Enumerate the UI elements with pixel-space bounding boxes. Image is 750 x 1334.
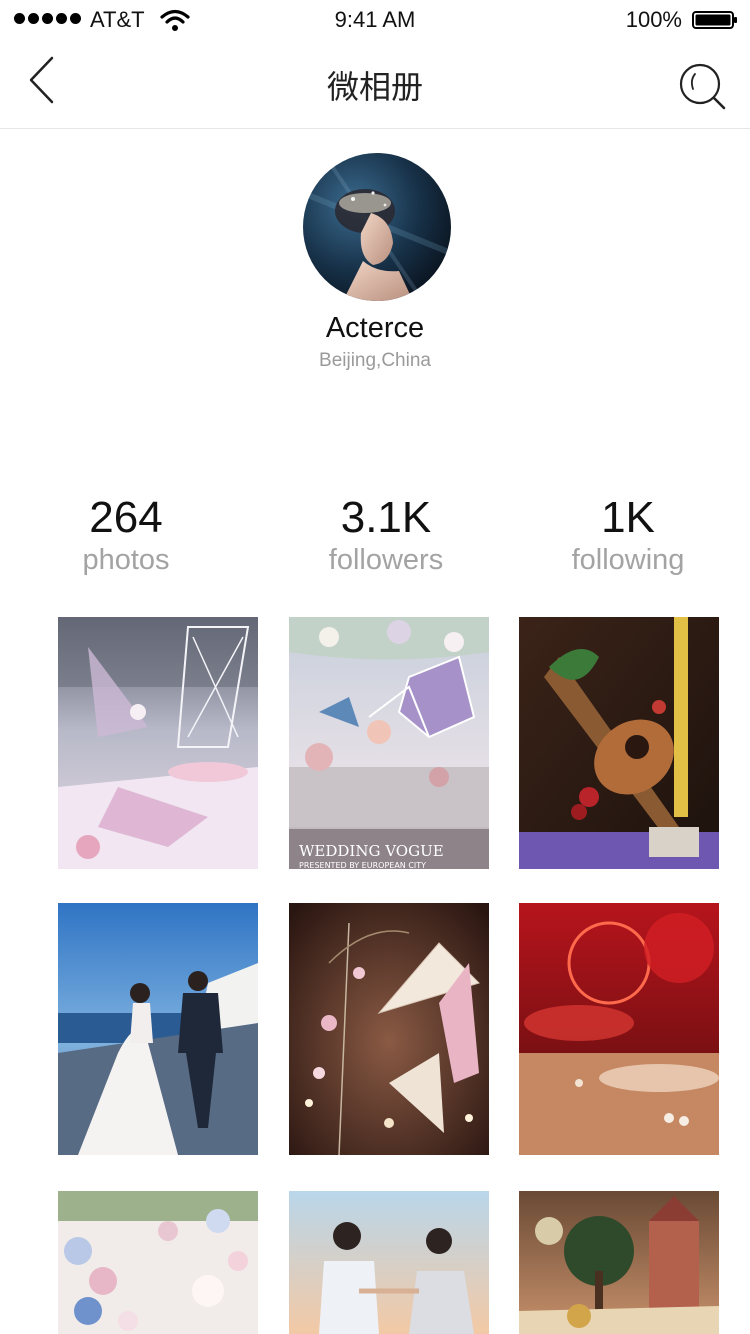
stat-value: 1K (601, 493, 655, 542)
photo-thumbnail[interactable] (289, 903, 489, 1155)
avatar[interactable] (303, 153, 451, 301)
page-title: 微相册 (326, 68, 423, 106)
stat-followers[interactable]: 3.1K followers (276, 494, 496, 578)
profile-location: Beijing,China (319, 350, 431, 371)
photo-thumbnail[interactable] (58, 617, 258, 869)
navigation-bar: 微相册 (0, 40, 750, 129)
stat-label: photos (82, 544, 170, 576)
battery-icon (692, 11, 737, 29)
battery-percentage: 100% (625, 7, 682, 32)
photo-caption: WEDDING VOGUE (299, 842, 444, 860)
photo-thumbnail[interactable] (519, 617, 719, 869)
status-bar: AT&T 9:41 AM 100% (0, 0, 750, 40)
photo-thumbnail[interactable]: WEDDING VOGUE PRESENTED BY EUROPEAN CITY (289, 617, 489, 869)
stat-label: following (571, 544, 685, 576)
stat-value: 264 (89, 493, 163, 542)
stat-following[interactable]: 1K following (518, 494, 738, 578)
stat-photos[interactable]: 264 photos (16, 494, 236, 578)
stat-value: 3.1K (340, 493, 432, 542)
photo-thumbnail[interactable] (519, 1191, 719, 1334)
photo-thumbnail[interactable] (58, 1191, 258, 1334)
search-icon[interactable] (678, 62, 728, 112)
stat-label: followers (328, 544, 444, 576)
photo-subcaption: PRESENTED BY EUROPEAN CITY (299, 861, 426, 869)
photo-thumbnail[interactable] (519, 903, 719, 1155)
photo-thumbnail[interactable] (289, 1191, 489, 1334)
photo-thumbnail[interactable] (58, 903, 258, 1155)
profile-name: Acterce (325, 312, 425, 344)
